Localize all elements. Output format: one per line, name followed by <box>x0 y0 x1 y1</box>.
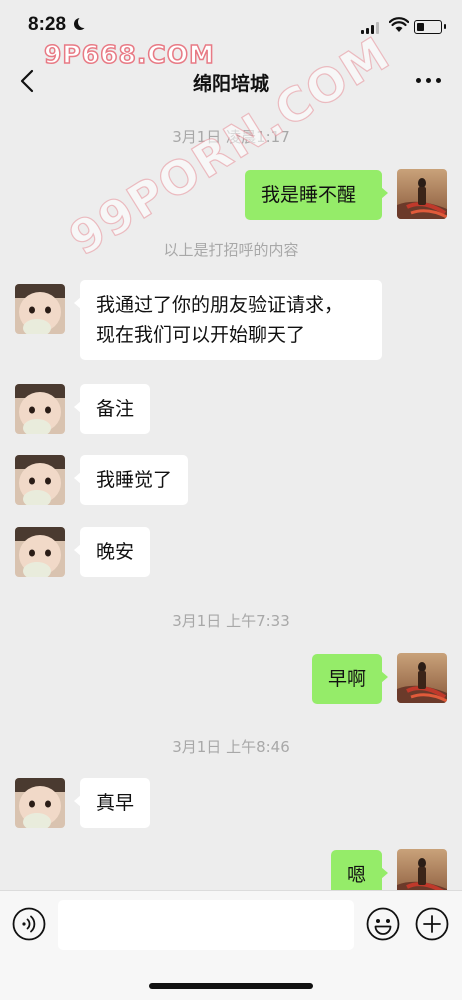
message-bubble-incoming[interactable]: 真早 <box>73 778 151 828</box>
avatar-contact-image <box>15 778 65 828</box>
avatar-self[interactable] <box>397 849 447 890</box>
avatar-contact-image <box>15 384 65 434</box>
avatar-contact-image <box>15 455 65 505</box>
avatar-contact[interactable] <box>15 527 65 577</box>
home-indicator <box>149 983 313 989</box>
message-bubble-incoming[interactable]: 我通过了你的朋友验证请求， 现在我们可以开始聊天了 <box>74 280 382 360</box>
moon-icon <box>78 16 90 28</box>
avatar-contact[interactable] <box>15 284 65 334</box>
message-bubble-outgoing[interactable]: 早啊 <box>311 654 389 704</box>
timestamp: 3月1日 上午8:46 <box>172 738 290 756</box>
more-dots-icon <box>416 78 421 83</box>
avatar-self-image <box>397 849 447 890</box>
message-bubble-incoming[interactable]: 晚安 <box>73 527 151 577</box>
avatar-self-image <box>397 169 447 219</box>
avatar-self[interactable] <box>397 653 447 703</box>
wifi-icon <box>389 17 409 32</box>
avatar-contact[interactable] <box>15 455 65 505</box>
more-button[interactable] <box>414 68 444 92</box>
message-bubble-incoming[interactable]: 我睡觉了 <box>73 455 189 505</box>
timestamp: 3月1日 上午7:33 <box>172 612 290 630</box>
plus-icon[interactable] <box>415 907 449 941</box>
message-bubble-outgoing[interactable]: 我是睡不醒 <box>245 170 388 220</box>
system-notice: 以上是打招呼的内容 <box>163 241 299 259</box>
avatar-contact-image <box>15 284 65 334</box>
avatar-self-image <box>397 653 447 703</box>
emoji-icon[interactable] <box>366 907 400 941</box>
message-input[interactable] <box>58 900 354 950</box>
avatar-contact-image <box>15 527 65 577</box>
battery-level <box>417 23 424 31</box>
avatar-self[interactable] <box>397 169 447 219</box>
avatar-contact[interactable] <box>15 778 65 828</box>
message-bubble-incoming[interactable]: 备注 <box>73 384 151 434</box>
status-time: 8:28 <box>28 14 67 35</box>
battery-icon <box>414 20 446 34</box>
avatar-contact[interactable] <box>15 384 65 434</box>
message-bubble-outgoing[interactable]: 嗯 <box>330 850 389 890</box>
voice-icon[interactable] <box>12 907 46 941</box>
